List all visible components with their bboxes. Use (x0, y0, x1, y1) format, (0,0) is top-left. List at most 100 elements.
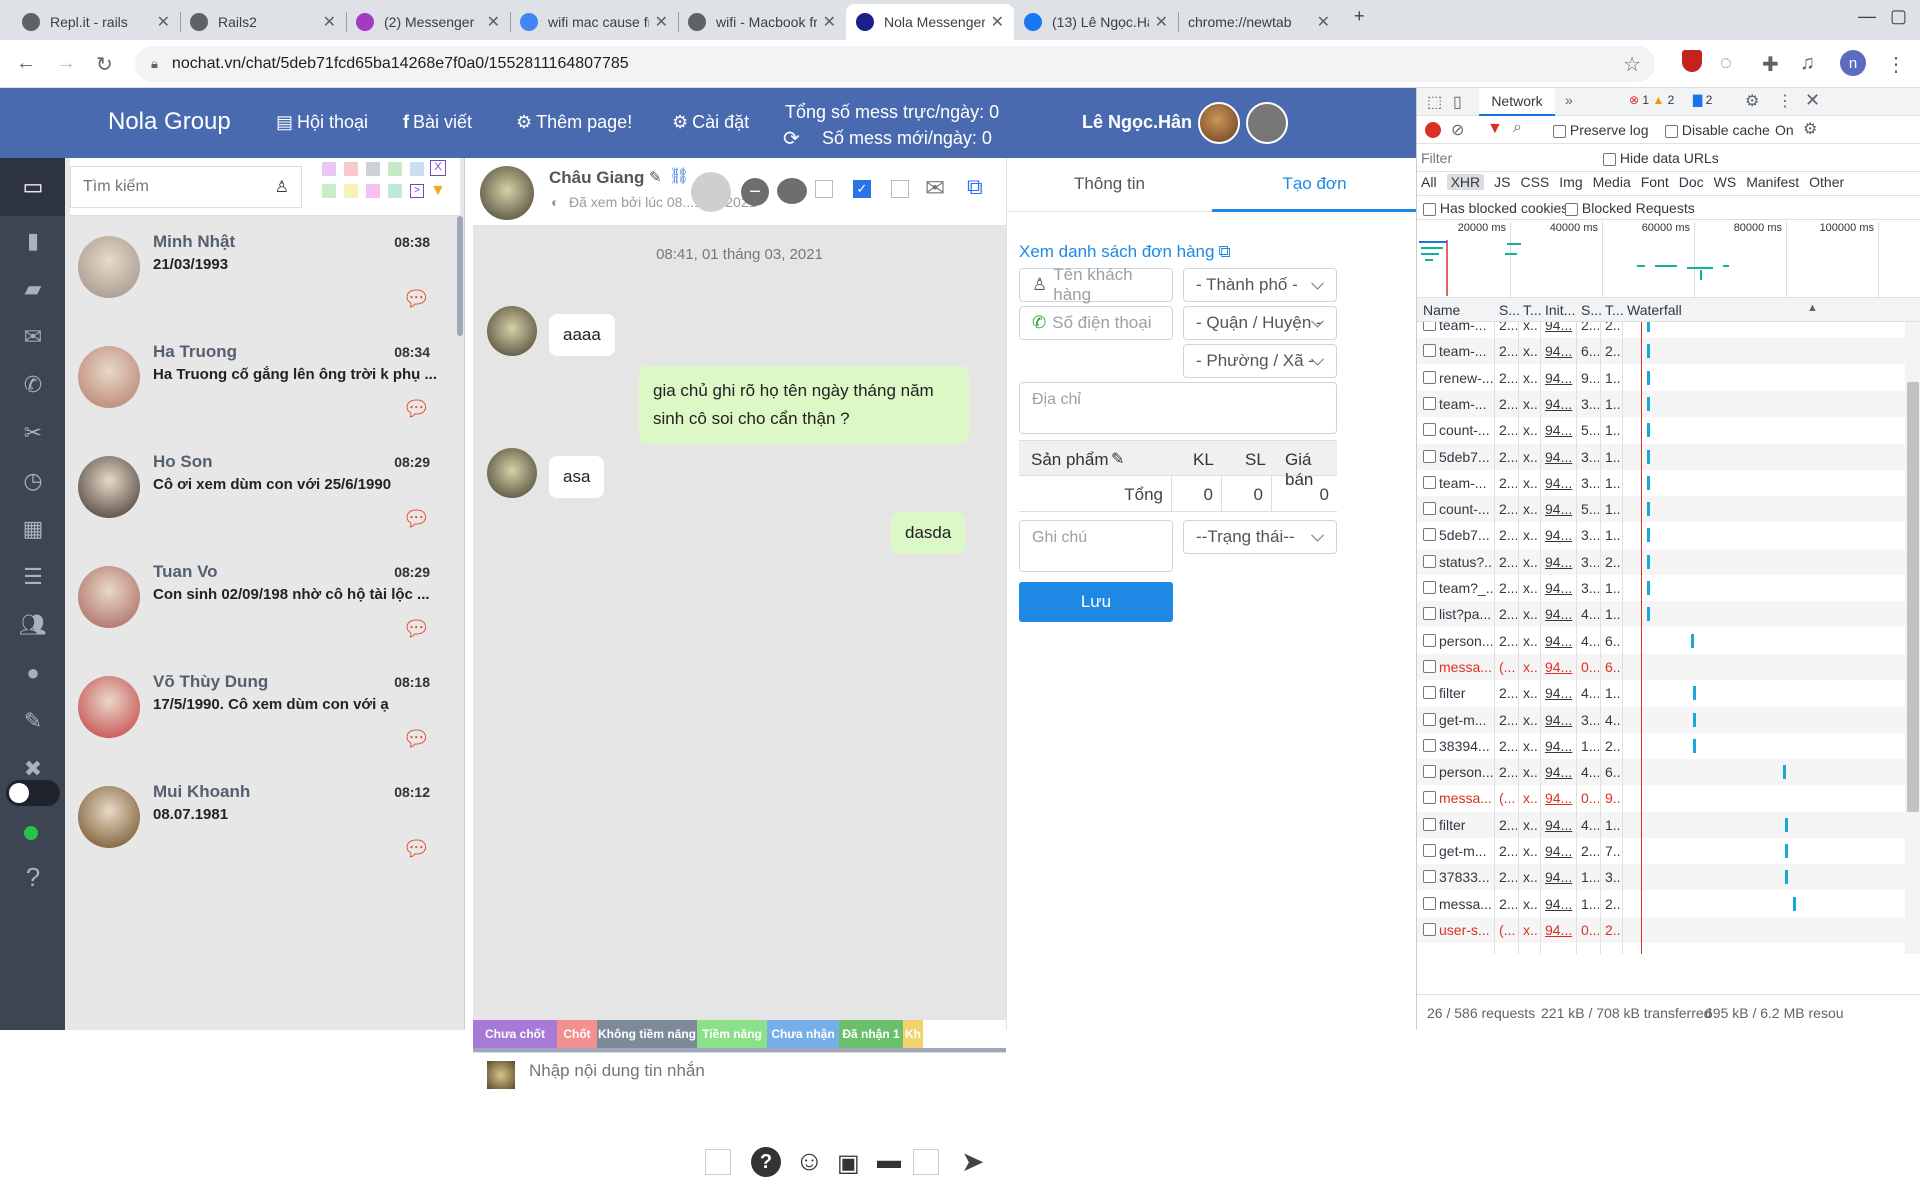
search-box[interactable]: ♙ (70, 166, 302, 208)
hide-data-urls-checkbox[interactable]: Hide data URLs (1603, 150, 1719, 166)
status-tag[interactable]: Chưa chốt (473, 1020, 557, 1048)
comment-icon[interactable]: 💬︎ (402, 836, 430, 862)
status-tag[interactable]: Không tiềm năng (597, 1020, 697, 1048)
row-checkbox[interactable] (1423, 765, 1436, 779)
settings-gear-icon[interactable]: ⚙ (1745, 91, 1759, 111)
network-request-row[interactable]: 37833... 2... x... 94... 1... 3... (1417, 864, 1905, 891)
comment-icon[interactable]: ▰ (20, 276, 46, 302)
nav-conversations[interactable]: ▤ Hội thoại (276, 112, 368, 133)
filter-color-swatch[interactable] (410, 162, 424, 176)
status-tag[interactable]: Kh (903, 1020, 923, 1048)
extension-icon[interactable]: ◌ (1720, 52, 1732, 75)
nav-settings[interactable]: ⚙ Cài đặt (672, 112, 749, 133)
col-type[interactable]: T... (1523, 302, 1542, 318)
user-icon[interactable]: ● (20, 660, 46, 686)
close-tab-icon[interactable]: ✕ (323, 12, 336, 32)
filter-color-swatch[interactable] (344, 184, 358, 198)
inspect-element-icon[interactable]: ⬚ (1427, 92, 1442, 112)
browser-tab[interactable]: chrome://newtab ✕ (1178, 4, 1340, 40)
row-checkbox[interactable] (1423, 322, 1436, 331)
phone-icon[interactable]: ✆ (20, 372, 46, 398)
lock-icon[interactable]: 🔒︎ (151, 56, 158, 72)
refresh-icon[interactable]: ⟳ (783, 126, 800, 151)
row-checkbox[interactable] (1423, 791, 1436, 805)
brand-title[interactable]: Nola Group (108, 108, 231, 136)
network-request-row[interactable]: 5deb7... 2... x... 94... 3... 1... (1417, 522, 1905, 548)
attach-checkbox[interactable] (705, 1149, 731, 1175)
close-tab-icon[interactable]: ✕ (655, 12, 668, 32)
network-request-row[interactable]: 38394... 2... x... 94... 1... 2... (1417, 733, 1905, 759)
network-request-row[interactable]: team-... 2... x... 94... 3... 1... (1417, 390, 1905, 417)
close-tab-icon[interactable]: ✕ (1317, 12, 1330, 32)
address-field[interactable]: Địa chỉ (1019, 382, 1337, 434)
browser-tab[interactable]: Nola Messenger ✕ (846, 4, 1014, 40)
row-checkbox[interactable] (1423, 659, 1436, 673)
order-list-link[interactable]: Xem danh sách đơn hàng ⧉ (1019, 242, 1231, 262)
help-icon[interactable]: ? (20, 862, 46, 892)
network-request-row[interactable]: get-m... 2... x... 94... 2... 7... (1417, 838, 1905, 864)
block-icon[interactable]: − (741, 178, 769, 206)
browser-tab[interactable]: Repl.it - rails ✕ (12, 4, 180, 40)
type-filter-css[interactable]: CSS (1520, 174, 1549, 190)
message-bubble-incoming[interactable]: aaaa (549, 314, 615, 356)
browser-tab[interactable]: Rails2 ✕ (180, 4, 346, 40)
network-request-row[interactable]: team-... 2... x... 94... 6... 2... (1417, 338, 1905, 365)
message-bubble-outgoing[interactable]: gia chủ ghi rõ họ tên ngày tháng năm sin… (639, 366, 969, 444)
row-checkbox[interactable] (1423, 922, 1436, 936)
row-checkbox[interactable] (1423, 712, 1436, 726)
network-request-row[interactable]: person... 2... x... 94... 4... 6... (1417, 628, 1905, 654)
maximize-icon[interactable]: ▢ (1890, 6, 1907, 27)
checkbox[interactable] (815, 180, 833, 198)
tools-icon[interactable]: ✂ (20, 420, 46, 446)
browser-tab[interactable]: (2) Messenger ✕ (346, 4, 510, 40)
note-field[interactable]: Ghi chú (1019, 520, 1173, 572)
filter-color-swatch[interactable] (388, 162, 402, 176)
network-request-row[interactable]: user-s... (... x... 94... 0... 2... (1417, 916, 1905, 943)
throttle-select[interactable]: On (1775, 122, 1794, 138)
bookmark-star-icon[interactable]: ☆ (1623, 52, 1641, 77)
row-checkbox[interactable] (1423, 633, 1436, 647)
type-filter-doc[interactable]: Doc (1679, 174, 1704, 190)
message-input[interactable] (529, 1061, 989, 1081)
col-time[interactable]: T... (1605, 302, 1624, 318)
excel-icon[interactable]: X (430, 160, 446, 176)
row-checkbox[interactable] (1423, 554, 1436, 568)
attach-checkbox[interactable] (913, 1149, 939, 1175)
col-waterfall[interactable]: Waterfall (1627, 302, 1682, 318)
minimize-icon[interactable]: — (1858, 6, 1876, 27)
emoji-icon[interactable]: ☺ (795, 1145, 824, 1177)
type-filter-font[interactable]: Font (1641, 174, 1669, 190)
status-tag[interactable]: Đã nhận 1 (839, 1020, 903, 1048)
status-tag[interactable]: Chốt (557, 1020, 597, 1048)
comment-icon[interactable]: 💬︎ (402, 286, 430, 312)
close-tab-icon[interactable]: ✕ (1155, 12, 1168, 32)
close-devtools-icon[interactable]: ✕ (1805, 90, 1820, 111)
image-icon[interactable]: ▣ (837, 1149, 860, 1178)
back-icon[interactable]: ← (16, 52, 36, 75)
users-icon[interactable]: 👥︎ (19, 612, 47, 638)
send-icon[interactable]: ➤ (961, 1145, 984, 1178)
help-circle-icon[interactable]: ? (751, 1147, 781, 1177)
menu-dots-icon[interactable]: ⋮ (1777, 91, 1793, 111)
network-request-row[interactable]: count-... 2... x... 94... 5... 1... (1417, 496, 1905, 523)
status-tag[interactable]: Tiềm năng (697, 1020, 767, 1048)
col-initiator[interactable]: Init... (1545, 302, 1575, 318)
close-tab-icon[interactable]: ✕ (157, 12, 170, 32)
puzzle-icon[interactable]: ✚ (1762, 52, 1779, 77)
messages-counter[interactable]: ▇ 2 (1693, 93, 1712, 107)
envelope-icon[interactable]: ✉ (925, 174, 945, 203)
calendar-icon[interactable]: ▦ (20, 516, 46, 542)
row-checkbox[interactable] (1423, 844, 1436, 857)
forward-icon[interactable]: → (56, 52, 76, 75)
comment-icon[interactable]: 💬︎ (402, 726, 430, 752)
user-edit-icon[interactable]: ✎ (20, 708, 46, 734)
comment-icon[interactable]: 💬︎ (402, 396, 430, 422)
menu-dots-icon[interactable]: ⋮ (1886, 52, 1906, 77)
comment-icon[interactable]: 💬︎ (402, 616, 430, 642)
contact-avatar[interactable] (480, 166, 534, 220)
checkbox-checked[interactable]: ✓ (853, 180, 871, 198)
col-size[interactable]: S... (1581, 302, 1602, 318)
list-icon[interactable]: ☰ (20, 564, 46, 590)
network-settings-icon[interactable]: ⚙ (1803, 119, 1817, 139)
tab-info[interactable]: Thông tin (1007, 174, 1212, 194)
